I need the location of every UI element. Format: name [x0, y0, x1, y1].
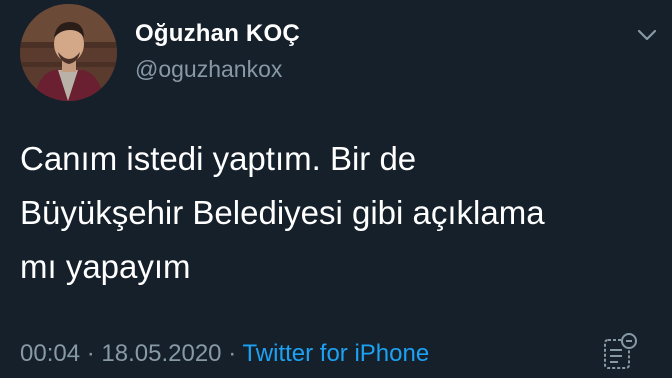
tweet-text-line: Canım istedi yaptım. Bir de: [20, 140, 417, 177]
tweet-text-line: Büyükşehir Belediyesi gibi açıklama: [20, 194, 545, 231]
analytics-icon[interactable]: [602, 332, 638, 372]
tweet-text: Canım istedi yaptım. Bir de Büyükşehir B…: [20, 132, 650, 294]
display-name[interactable]: Oğuzhan KOÇ: [135, 20, 300, 48]
meta-separator: ·: [228, 340, 243, 367]
tweet-text-line: mı yapayım: [20, 248, 191, 285]
tweet-card: Oğuzhan KOÇ @oguzhankox Canım istedi yap…: [0, 0, 672, 378]
meta-separator: ·: [86, 340, 102, 367]
tweet-meta: 00:04 · 18.05.2020 · Twitter for iPhone: [20, 340, 429, 368]
tweet-source-link[interactable]: Twitter for iPhone: [242, 340, 429, 367]
tweet-time[interactable]: 00:04: [20, 340, 80, 367]
tweet-date[interactable]: 18.05.2020: [101, 340, 221, 367]
avatar-photo: [20, 4, 117, 101]
user-handle[interactable]: @oguzhankox: [135, 56, 282, 83]
avatar[interactable]: [20, 4, 117, 101]
chevron-down-icon[interactable]: [636, 24, 658, 46]
